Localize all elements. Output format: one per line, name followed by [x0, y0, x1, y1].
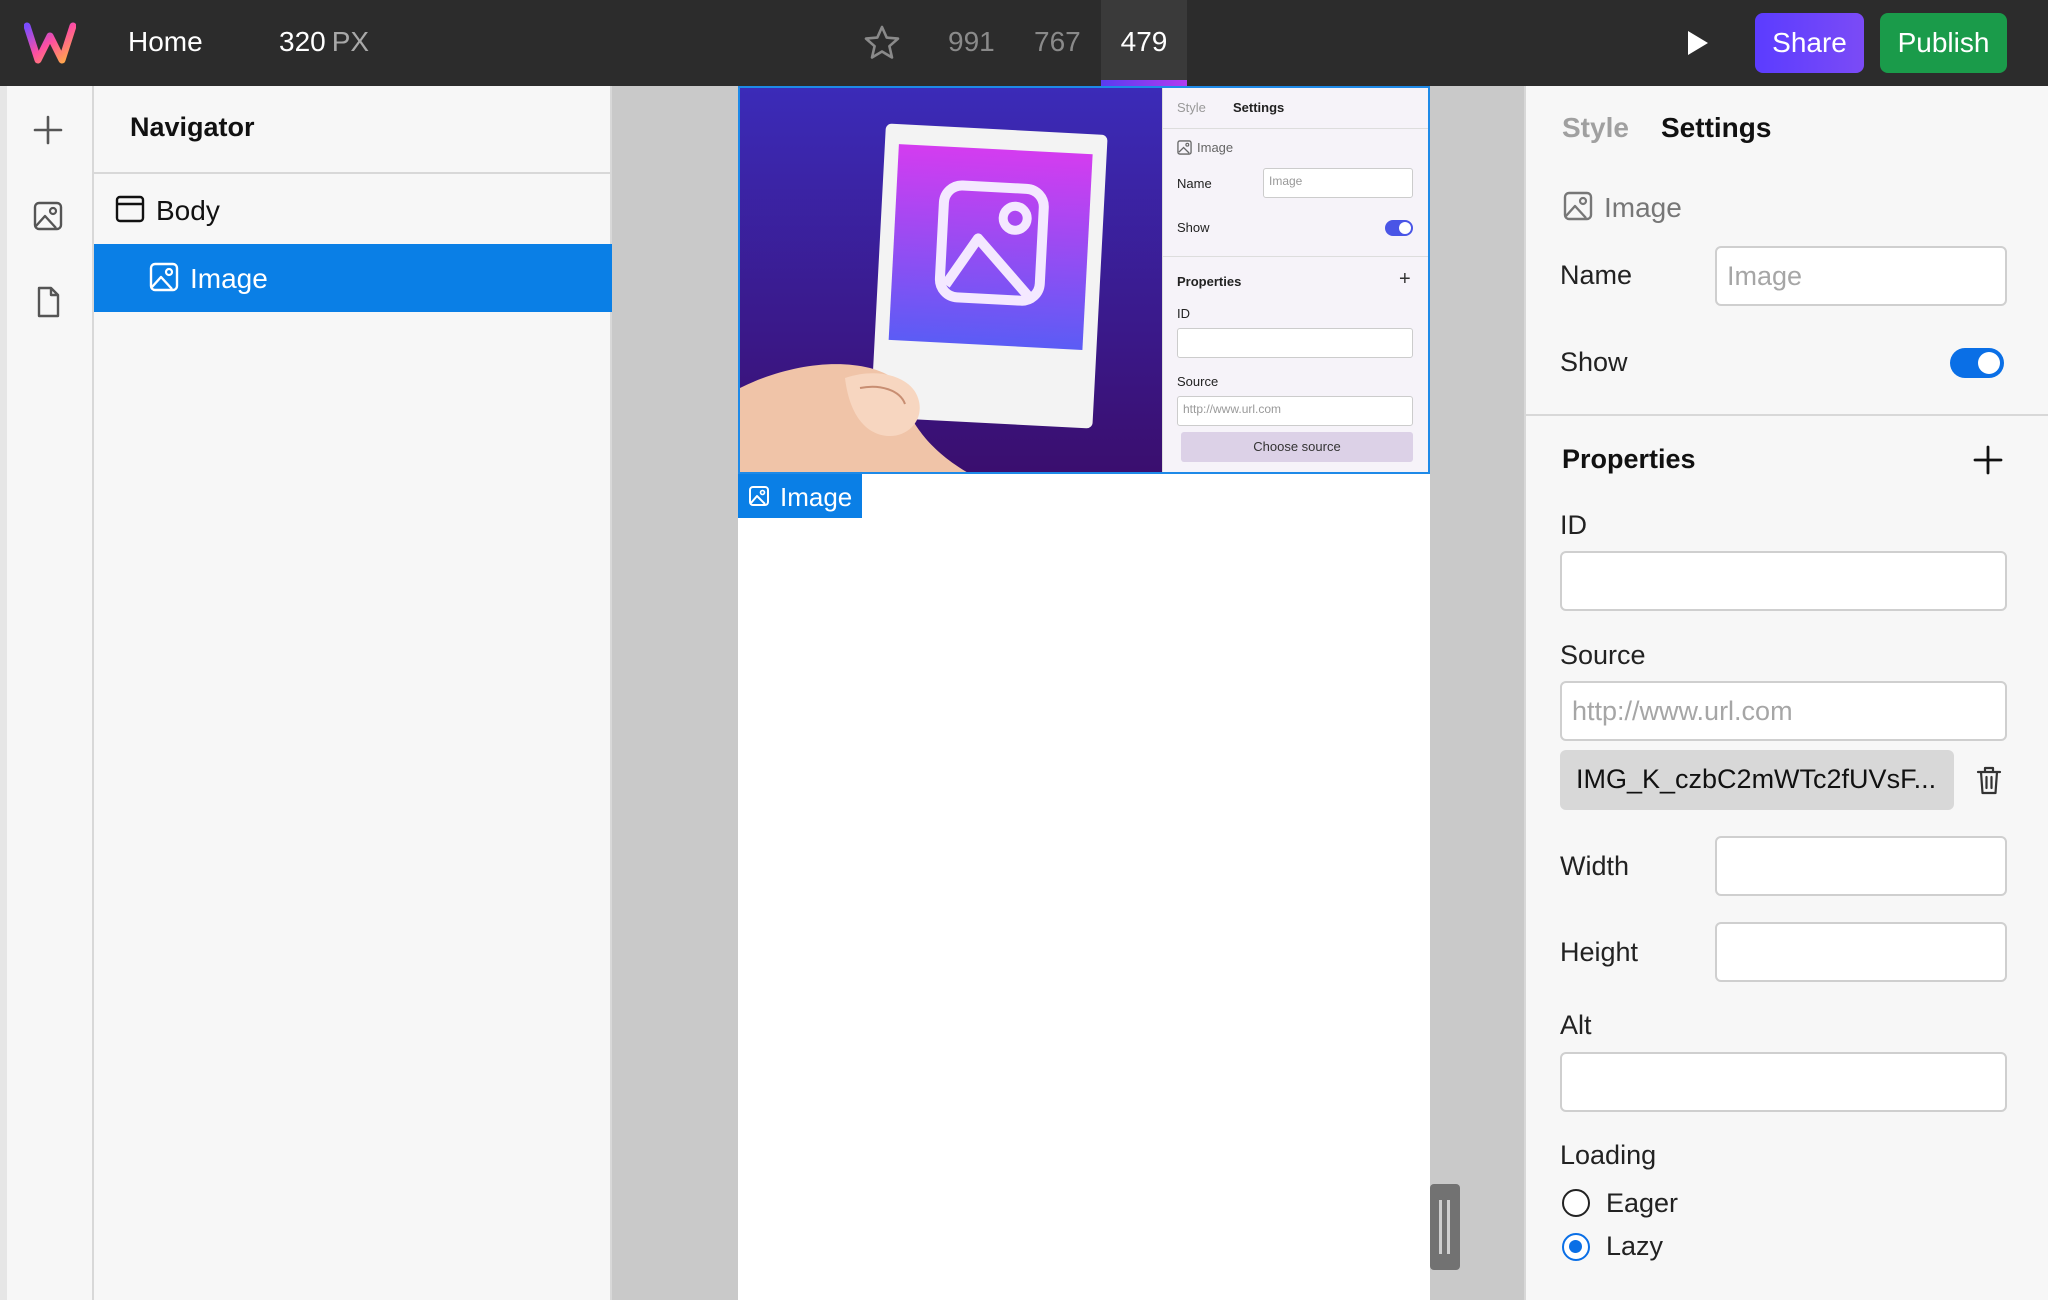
name-label: Name	[1560, 260, 1633, 290]
show-label: Show	[1560, 347, 1628, 377]
name-field[interactable]	[1715, 246, 2007, 306]
preview-id-field	[1177, 328, 1413, 358]
breakpoint-991-tab[interactable]: 991	[948, 26, 995, 58]
preview-choose-source-button: Choose source	[1181, 432, 1413, 462]
preview-source-field: http://www.url.com	[1177, 396, 1413, 426]
selection-label-tag[interactable]: Image	[738, 474, 862, 518]
add-property-icon[interactable]	[1972, 444, 2004, 476]
preview-add-icon: +	[1399, 268, 1411, 290]
preview-type-label: Image	[1197, 140, 1234, 155]
preview-id-label: ID	[1177, 306, 1190, 321]
home-link[interactable]: Home	[128, 26, 203, 58]
source-label: Source	[1560, 640, 1646, 670]
preview-show-label: Show	[1177, 220, 1210, 235]
hero-image	[740, 88, 1162, 472]
element-type-label: Image	[1604, 192, 1682, 223]
pages-file-icon[interactable]	[30, 284, 66, 320]
selection-label-text: Image	[780, 482, 853, 512]
navigator-divider	[94, 172, 612, 174]
loading-eager-radio[interactable]	[1562, 1189, 1590, 1217]
image-icon	[749, 486, 769, 506]
star-icon[interactable]	[862, 23, 902, 63]
properties-title: Properties	[1562, 444, 1696, 474]
id-field[interactable]	[1560, 551, 2007, 611]
breakpoint-479-tab[interactable]: 479	[1101, 0, 1187, 86]
loading-lazy-label[interactable]: Lazy	[1606, 1231, 1663, 1262]
breakpoint-767-tab[interactable]: 767	[1034, 26, 1081, 58]
width-label: Width	[1560, 851, 1630, 881]
share-button[interactable]: Share	[1755, 13, 1864, 73]
canvas-width-unit: PX	[331, 26, 370, 57]
design-canvas: Style Settings Image Name Image Show Pro…	[612, 86, 1524, 1300]
canvas-width-value: 320	[279, 26, 326, 57]
tab-settings[interactable]: Settings	[1661, 112, 1771, 144]
body-box-icon	[115, 195, 145, 223]
navigator-item-label: Image	[190, 263, 268, 294]
source-file-chip[interactable]: IMG_K_czbC2mWTc2fUVsF...	[1560, 750, 1954, 810]
height-label: Height	[1560, 937, 1639, 967]
preview-divider	[1163, 128, 1428, 129]
assets-image-icon[interactable]	[30, 198, 66, 234]
preview-name-label: Name	[1177, 176, 1212, 191]
navigator-item-label: Body	[156, 195, 220, 226]
add-icon[interactable]	[30, 112, 66, 148]
loading-eager-label[interactable]: Eager	[1606, 1188, 1678, 1219]
left-toolbar	[0, 86, 94, 1300]
loading-label: Loading	[1560, 1140, 1657, 1170]
alt-label: Alt	[1560, 1010, 1592, 1040]
loading-lazy-radio[interactable]	[1562, 1233, 1590, 1261]
preview-image-icon	[1177, 140, 1192, 155]
settings-divider	[1526, 414, 2048, 416]
width-field[interactable]	[1715, 836, 2007, 896]
breakpoint-479-label: 479	[1120, 26, 1168, 57]
rail-edge	[0, 86, 7, 1300]
preview-show-toggle	[1385, 220, 1413, 236]
navigator-title: Navigator	[130, 112, 255, 142]
canvas-width-readout: 320 PX	[279, 26, 369, 58]
preview-tab-style: Style	[1177, 100, 1206, 115]
preview-settings-panel: Style Settings Image Name Image Show Pro…	[1162, 88, 1428, 472]
height-field[interactable]	[1715, 922, 2007, 982]
toggle-knob	[1978, 352, 2000, 374]
preview-name-field: Image	[1263, 168, 1413, 198]
trash-icon[interactable]	[1974, 764, 2004, 796]
canvas-resize-handle[interactable]	[1430, 1184, 1460, 1270]
source-url-field[interactable]	[1560, 681, 2007, 741]
preview-tab-settings: Settings	[1233, 100, 1285, 115]
preview-play-icon[interactable]	[1680, 26, 1714, 60]
preview-divider	[1163, 256, 1428, 257]
selected-image-element[interactable]: Style Settings Image Name Image Show Pro…	[738, 86, 1430, 474]
id-label: ID	[1560, 510, 1587, 540]
handle-grip-line	[1439, 1200, 1442, 1254]
preview-toggle-knob	[1399, 222, 1411, 234]
show-toggle[interactable]	[1950, 348, 2004, 378]
handle-grip-line	[1447, 1200, 1450, 1254]
page-frame: Style Settings Image Name Image Show Pro…	[738, 86, 1430, 1300]
publish-button[interactable]: Publish	[1880, 13, 2007, 73]
tab-style[interactable]: Style	[1562, 112, 1629, 144]
navigator-panel: Navigator Body Image	[94, 86, 612, 1300]
navigator-item-body[interactable]: Body	[94, 176, 612, 244]
image-icon	[1563, 191, 1593, 221]
alt-field[interactable]	[1560, 1052, 2007, 1112]
preview-properties-title: Properties	[1177, 274, 1242, 289]
logo-icon[interactable]	[24, 22, 76, 64]
top-toolbar: Home 320 PX 991 767 479 Share Publish	[0, 0, 2048, 86]
image-icon	[149, 262, 179, 292]
preview-source-label: Source	[1177, 374, 1219, 389]
navigator-item-image[interactable]: Image	[94, 244, 612, 312]
